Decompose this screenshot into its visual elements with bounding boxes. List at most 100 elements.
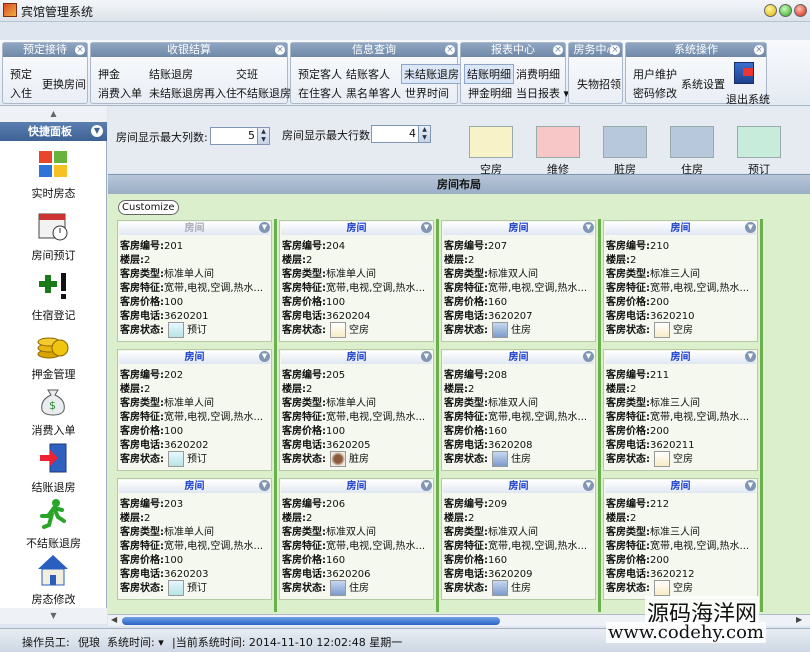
booking-icon: [168, 580, 184, 596]
system-time-dropdown[interactable]: 系统时间: ▾: [107, 634, 164, 650]
exit-door-icon[interactable]: [734, 62, 754, 84]
room-card[interactable]: 房间 ▼ 客房编号:201 楼层:2 客房类型:标准单人间 客房特征:宽带,电视,空调,热…: [117, 220, 272, 342]
sidebar-item-checkout[interactable]: 结账退房: [0, 441, 107, 499]
chevron-down-icon[interactable]: ▼: [745, 351, 756, 362]
sidebar-scroll-up-icon[interactable]: ▲: [0, 106, 107, 122]
group-collapse-icon[interactable]: ×: [610, 45, 620, 55]
reserved-guests-button[interactable]: 预定客人: [296, 65, 344, 83]
scroll-right-icon[interactable]: ▶: [796, 615, 802, 624]
change-room-button[interactable]: 更换房间: [40, 75, 88, 93]
sidebar-item-deposit[interactable]: 押金管理: [0, 328, 107, 386]
max-rows-label: 房间显示最大行数:: [282, 129, 374, 142]
room-card[interactable]: 房间 ▼ 客房编号:204 楼层:2 客房类型:标准单人间 客房特征:宽带,电视,空调,热…: [279, 220, 434, 342]
scrollbar-thumb[interactable]: [122, 617, 500, 625]
room-card[interactable]: 房间 ▼ 客房编号:212 楼层:2 客房类型:标准三人间 客房特征:宽带,电视,空调,热…: [603, 478, 758, 600]
sidebar-item-consumption[interactable]: $ 消费入单: [0, 384, 107, 442]
room-card[interactable]: 房间 ▼ 客房编号:206 楼层:2 客房类型:标准双人间 客房特征:宽带,电视,空调,热…: [279, 478, 434, 600]
chevron-down-icon[interactable]: ▼: [259, 222, 270, 233]
room-card[interactable]: 房间 ▼ 客房编号:208 楼层:2 客房类型:标准双人间 客房特征:宽带,电视,空调,热…: [441, 349, 596, 471]
sidebar-item-checkin[interactable]: 住宿登记: [0, 269, 107, 327]
chevron-down-icon[interactable]: ▼: [583, 480, 594, 491]
room-field-price: 客房价格:100: [282, 293, 345, 308]
field-value: 205: [326, 370, 346, 381]
chevron-down-icon[interactable]: ▼: [259, 351, 270, 362]
quick-panel-header[interactable]: 快捷面板 ▼: [0, 122, 107, 141]
unpaid-checkout-recheckin-button[interactable]: 未结账退房再入住: [147, 84, 239, 102]
checkin-button[interactable]: 入住: [8, 84, 34, 102]
deposit-detail-button[interactable]: 押金明细: [466, 84, 514, 102]
room-card-title: 房间: [443, 222, 594, 235]
room-card[interactable]: 房间 ▼ 客房编号:203 楼层:2 客房类型:标准单人间 客房特征:宽带,电视,空调,热…: [117, 478, 272, 600]
room-field-price: 客房价格:200: [606, 293, 669, 308]
room-card-title: 房间: [119, 351, 270, 364]
maximize-button[interactable]: [779, 4, 792, 17]
minimize-button[interactable]: [764, 4, 777, 17]
exit-system-button[interactable]: 退出系统: [724, 90, 772, 108]
deposit-button[interactable]: 押金: [96, 65, 122, 83]
person-icon: [492, 322, 508, 338]
column-divider: [436, 219, 439, 612]
chevron-down-icon[interactable]: ▼: [91, 125, 103, 137]
system-settings-button[interactable]: 系统设置: [679, 75, 727, 93]
group-collapse-icon[interactable]: ×: [275, 45, 285, 55]
room-field-features: 客房特征:宽带,电视,空调,热水...: [120, 537, 263, 552]
sidebar-item-room-edit[interactable]: 房态修改: [0, 553, 107, 611]
shift-handover-button[interactable]: 交班: [234, 65, 260, 83]
room-field-status: 客房状态: 预订: [120, 321, 207, 338]
room-card[interactable]: 房间 ▼ 客房编号:211 楼层:2 客房类型:标准三人间 客房特征:宽带,电视,空调,热…: [603, 349, 758, 471]
field-label: 客房状态:: [282, 325, 326, 336]
user-maintenance-button[interactable]: 用户维护: [631, 65, 679, 83]
spinner-arrows-icon[interactable]: ▲ ▼: [418, 126, 430, 142]
checkout-button[interactable]: 结账退房: [147, 65, 195, 83]
sidebar-item-no-pay-checkout[interactable]: 不结账退房: [0, 497, 107, 555]
consumption-detail-button[interactable]: 消费明细: [514, 65, 562, 83]
world-time-button[interactable]: 世界时间: [403, 84, 451, 102]
chevron-down-icon[interactable]: ▼: [421, 480, 432, 491]
room-field-phone: 客房电话:3620205: [282, 436, 371, 451]
no-payment-checkout-button[interactable]: 不结账退房: [234, 84, 293, 102]
blacklist-guests-button[interactable]: 黑名单客人: [344, 84, 403, 102]
spinner-arrows-icon[interactable]: ▲ ▼: [257, 128, 269, 144]
system-time-label: 系统时间:: [107, 636, 155, 649]
checked-out-guests-button[interactable]: 结账客人: [344, 65, 392, 83]
chevron-down-icon[interactable]: ▼: [421, 222, 432, 233]
in-house-guests-button[interactable]: 在住客人: [296, 84, 344, 102]
scroll-left-icon[interactable]: ◀: [111, 615, 117, 624]
group-collapse-icon[interactable]: ×: [754, 45, 764, 55]
booking-icon: [168, 322, 184, 338]
chevron-down-icon[interactable]: ▼: [745, 222, 756, 233]
reserve-button[interactable]: 预定: [8, 65, 34, 83]
group-collapse-icon[interactable]: ×: [553, 45, 563, 55]
field-value: 208: [488, 370, 508, 381]
chevron-down-icon[interactable]: ▼: [583, 222, 594, 233]
room-field-phone: 客房电话:3620204: [282, 307, 371, 322]
chevron-down-icon[interactable]: ▼: [259, 480, 270, 491]
unpaid-checkout-query-button[interactable]: 未结账退房: [401, 64, 462, 84]
checkout-detail-button[interactable]: 结账明细: [464, 64, 514, 84]
group-collapse-icon[interactable]: ×: [445, 45, 455, 55]
room-field-floor: 楼层:2: [444, 509, 474, 524]
room-card[interactable]: 房间 ▼ 客房编号:209 楼层:2 客房类型:标准双人间 客房特征:宽带,电视,空调,热…: [441, 478, 596, 600]
room-card[interactable]: 房间 ▼ 客房编号:207 楼层:2 客房类型:标准双人间 客房特征:宽带,电视,空调,热…: [441, 220, 596, 342]
group-collapse-icon[interactable]: ×: [75, 45, 85, 55]
lost-and-found-button[interactable]: 失物招领: [575, 75, 623, 93]
chevron-down-icon[interactable]: ▼: [583, 351, 594, 362]
window-title: 宾馆管理系统: [21, 5, 94, 19]
chevron-down-icon[interactable]: ▼: [421, 351, 432, 362]
max-cols-spinner[interactable]: 5 ▲ ▼: [210, 127, 270, 145]
daily-report-button[interactable]: 当日报表 ▾: [514, 84, 571, 102]
close-button[interactable]: [794, 4, 807, 17]
ribbon-tab-strip: [0, 22, 810, 40]
room-field-floor: 楼层:2: [606, 380, 636, 395]
sidebar-item-room-booking[interactable]: 房间预订: [0, 209, 107, 267]
room-card[interactable]: 房间 ▼ 客房编号:205 楼层:2 客房类型:标准单人间 客房特征:宽带,电视,空调,热…: [279, 349, 434, 471]
chevron-down-icon[interactable]: ▼: [745, 480, 756, 491]
change-password-button[interactable]: 密码修改: [631, 84, 679, 102]
room-card[interactable]: 房间 ▼ 客房编号:202 楼层:2 客房类型:标准单人间 客房特征:宽带,电视,空调,热…: [117, 349, 272, 471]
room-card[interactable]: 房间 ▼ 客房编号:210 楼层:2 客房类型:标准三人间 客房特征:宽带,电视,空调,热…: [603, 220, 758, 342]
max-rows-spinner[interactable]: 4 ▲ ▼: [371, 125, 431, 143]
sidebar-item-room-status[interactable]: 实时房态: [0, 147, 107, 205]
consumption-entry-button[interactable]: 消费入单: [96, 84, 144, 102]
customize-button[interactable]: Customize: [118, 200, 179, 215]
sidebar-scroll-down-icon[interactable]: ▼: [0, 608, 107, 624]
